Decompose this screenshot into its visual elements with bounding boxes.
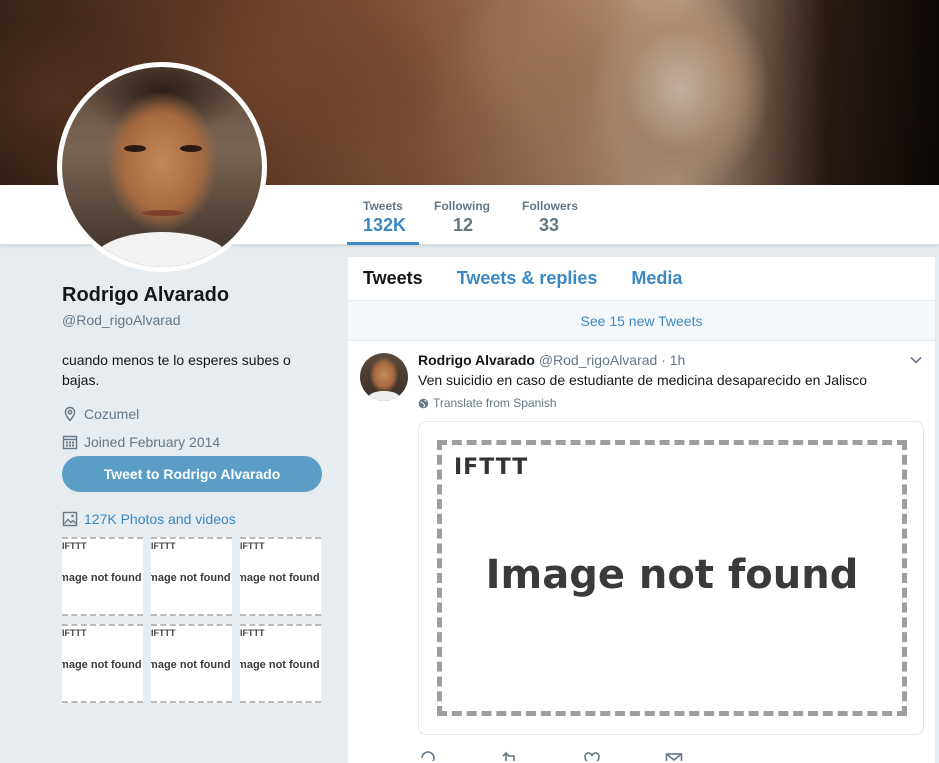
profile-avatar[interactable] (57, 62, 267, 272)
location-icon (64, 406, 76, 422)
tweet-to-button[interactable]: Tweet to Rodrigo Alvarado (62, 456, 322, 492)
tweet-media[interactable]: IFTTT Image not found (418, 421, 924, 735)
stat-value: 132K (363, 215, 407, 235)
media-thumbnail[interactable]: IFTTT Image not found (151, 624, 232, 703)
stat-label: Followers (522, 199, 579, 213)
stat-label: Tweets (363, 199, 403, 213)
timeline-tabs: Tweets Tweets & replies Media (348, 257, 935, 301)
media-thumbnail[interactable]: IFTTT Image not found (151, 537, 232, 616)
thumb-text: Image not found (151, 659, 231, 671)
reply-icon[interactable] (418, 749, 438, 761)
media-thumbnail[interactable]: IFTTT Image not found (62, 537, 143, 616)
media-not-found-text: Image not found (485, 552, 859, 598)
tweet-author-name[interactable]: Rodrigo Alvarado (418, 352, 535, 368)
photos-videos-link[interactable]: 127K Photos and videos (62, 511, 236, 527)
stat-tweets[interactable]: Tweets 132K (347, 199, 419, 245)
retweet-icon[interactable] (500, 749, 520, 761)
thumb-brand: IFTTT (62, 628, 87, 638)
translate-link[interactable]: Translate from Spanish (418, 396, 923, 410)
profile-name[interactable]: Rodrigo Alvarado (62, 284, 327, 307)
media-thumbnail[interactable]: IFTTT Image not found (240, 537, 321, 616)
timeline: Tweets Tweets & replies Media See 15 new… (348, 257, 935, 763)
thumb-brand: IFTTT (240, 628, 265, 638)
tweet-author-handle[interactable]: @Rod_rigoAlvarad (539, 352, 658, 368)
profile-joined: Joined February 2014 (62, 432, 327, 452)
calendar-icon (62, 435, 78, 450)
thumb-text: Image not found (62, 659, 142, 671)
tweet-header: Rodrigo Alvarado @Rod_rigoAlvarad · 1h (418, 351, 923, 369)
stat-value: 33 (539, 215, 560, 235)
media-grid: IFTTT Image not found IFTTT Image not foun… (62, 537, 322, 703)
media-thumbnail[interactable]: IFTTT Image not found (62, 624, 143, 703)
chevron-down-icon[interactable] (909, 353, 923, 367)
like-icon[interactable] (582, 749, 602, 761)
globe-icon (418, 398, 429, 408)
thumb-brand: IFTTT (151, 628, 176, 638)
message-icon[interactable] (664, 749, 684, 761)
tab-tweets[interactable]: Tweets (363, 268, 423, 289)
thumb-brand: IFTTT (240, 541, 265, 551)
tweet[interactable]: Rodrigo Alvarado @Rod_rigoAlvarad · 1h V… (348, 341, 935, 761)
profile-handle[interactable]: @Rod_rigoAlvarad (62, 312, 327, 328)
tweet-text: Ven suicidio en caso de estudiante de me… (418, 372, 868, 388)
thumb-brand: IFTTT (62, 541, 87, 551)
tweet-actions (418, 749, 923, 761)
stat-value: 12 (453, 215, 474, 235)
tweet-timestamp[interactable]: · 1h (661, 352, 685, 368)
tab-tweets-replies[interactable]: Tweets & replies (457, 268, 598, 289)
thumb-brand: IFTTT (151, 541, 176, 551)
stat-label: Following (434, 199, 490, 213)
stat-followers[interactable]: Followers 33 (522, 199, 578, 236)
new-tweets-bar[interactable]: See 15 new Tweets (348, 301, 935, 341)
profile-location: Cozumel (62, 404, 327, 424)
tab-media[interactable]: Media (631, 268, 682, 289)
media-brand: IFTTT (454, 455, 529, 480)
profile-bio: cuando menos te lo esperes subes o bajas… (62, 352, 291, 388)
photo-icon (62, 511, 78, 527)
thumb-text: Image not found (240, 572, 320, 584)
joined-text: Joined February 2014 (84, 434, 221, 450)
tweet-avatar[interactable] (360, 353, 408, 401)
thumb-text: Image not found (240, 659, 320, 671)
translate-label: Translate from Spanish (433, 396, 557, 410)
profile-card: Rodrigo Alvarado @Rod_rigoAlvarad cuando… (62, 284, 327, 452)
stat-following[interactable]: Following 12 (434, 199, 490, 236)
media-thumbnail[interactable]: IFTTT Image not found (240, 624, 321, 703)
photos-videos-label: 127K Photos and videos (84, 511, 236, 527)
thumb-text: Image not found (151, 572, 231, 584)
location-text: Cozumel (84, 406, 140, 422)
thumb-text: Image not found (62, 572, 142, 584)
